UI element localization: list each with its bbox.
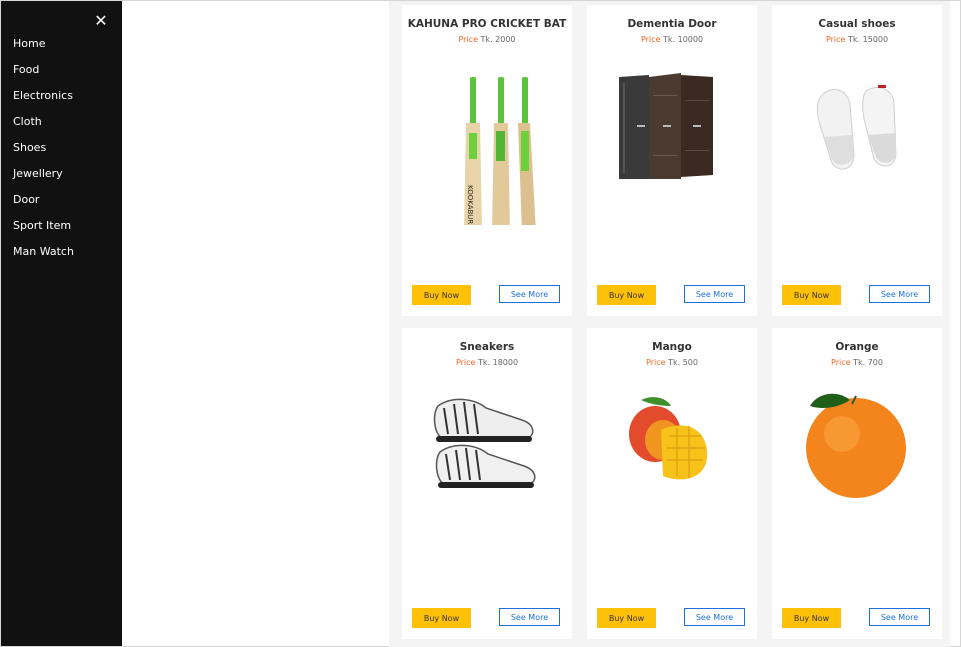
door-image [619, 73, 713, 179]
sidebar-item-jewellery[interactable]: Jewellery [13, 167, 74, 193]
product-price: Price Tk. 10000 [587, 35, 757, 44]
product-title: Dementia Door [627, 18, 717, 30]
mango-image [629, 397, 708, 480]
product-title: Mango [652, 341, 692, 353]
see-more-button[interactable]: See More [499, 285, 560, 303]
price-label: Price [825, 35, 846, 44]
sidebar-item-food[interactable]: Food [13, 63, 74, 89]
price-label: Price [458, 35, 478, 44]
orange-image [806, 393, 906, 498]
price-value: Tk. 2000 [480, 35, 516, 44]
product-card: Sneakers Price Tk. 18000 Buy Now See Mor… [402, 328, 572, 639]
product-card: Mango Price Tk. 500 Buy Now See More [587, 328, 757, 639]
price-label: Price [455, 358, 476, 367]
product-price: Price Tk. 700 [772, 358, 942, 367]
casual-shoes-image [816, 85, 897, 170]
product-price: Price Tk. 500 [587, 358, 757, 367]
price-label: Price [646, 358, 666, 367]
price-value: Tk. 700 [853, 358, 883, 367]
product-price: Price Tk. 15000 [772, 35, 942, 44]
price-value: Tk. 15000 [848, 35, 889, 44]
product-title: KAHUNA PRO CRICKET BAT [407, 18, 567, 30]
buy-now-button[interactable]: Buy Now [597, 285, 656, 305]
see-more-button[interactable]: See More [684, 608, 745, 626]
product-card: Dementia Door Price Tk. 10000 Buy Now Se… [587, 5, 757, 316]
sidebar-item-shoes[interactable]: Shoes [13, 141, 74, 167]
product-title: Sneakers [459, 341, 515, 353]
sidebar-item-electronics[interactable]: Electronics [13, 89, 74, 115]
svg-text:KOOKABURRA: KOOKABURRA [466, 185, 474, 225]
price-value: Tk. 18000 [478, 358, 519, 367]
see-more-button[interactable]: See More [684, 285, 745, 303]
see-more-button[interactable]: See More [869, 285, 930, 303]
product-card: Casual shoes Price Tk. 15000 Buy Now See… [772, 5, 942, 316]
product-grid: KAHUNA PRO CRICKET BAT Price Tk. 2000 KO… [389, 1, 950, 647]
sneakers-image [433, 398, 536, 488]
buy-now-button[interactable]: Buy Now [597, 608, 656, 628]
product-card: KAHUNA PRO CRICKET BAT Price Tk. 2000 KO… [402, 5, 572, 316]
sidebar-item-man-watch[interactable]: Man Watch [13, 245, 74, 271]
sidebar-nav: Home Food Electronics Cloth Shoes Jewell… [13, 37, 74, 271]
cricket-bat-image: KOOKABURRA [464, 77, 536, 225]
buy-now-button[interactable]: Buy Now [412, 608, 471, 628]
sidebar: ✕ Home Food Electronics Cloth Shoes Jewe… [1, 1, 122, 646]
see-more-button[interactable]: See More [869, 608, 930, 626]
product-title: Orange [835, 341, 879, 353]
buy-now-button[interactable]: Buy Now [412, 285, 471, 305]
product-card: Orange Price Tk. 700 Buy Now See More [772, 328, 942, 639]
price-label: Price [831, 358, 851, 367]
product-price: Price Tk. 18000 [402, 358, 572, 367]
price-value: Tk. 500 [668, 358, 698, 367]
buy-now-button[interactable]: Buy Now [782, 608, 841, 628]
buy-now-button[interactable]: Buy Now [782, 285, 841, 305]
price-value: Tk. 10000 [663, 35, 704, 44]
sidebar-item-sport-item[interactable]: Sport Item [13, 219, 74, 245]
close-icon[interactable]: ✕ [93, 13, 109, 29]
price-label: Price [640, 35, 661, 44]
sidebar-item-door[interactable]: Door [13, 193, 74, 219]
product-title: Casual shoes [818, 18, 896, 30]
sidebar-item-cloth[interactable]: Cloth [13, 115, 74, 141]
product-price: Price Tk. 2000 [402, 35, 572, 44]
see-more-button[interactable]: See More [499, 608, 560, 626]
sidebar-item-home[interactable]: Home [13, 37, 74, 63]
